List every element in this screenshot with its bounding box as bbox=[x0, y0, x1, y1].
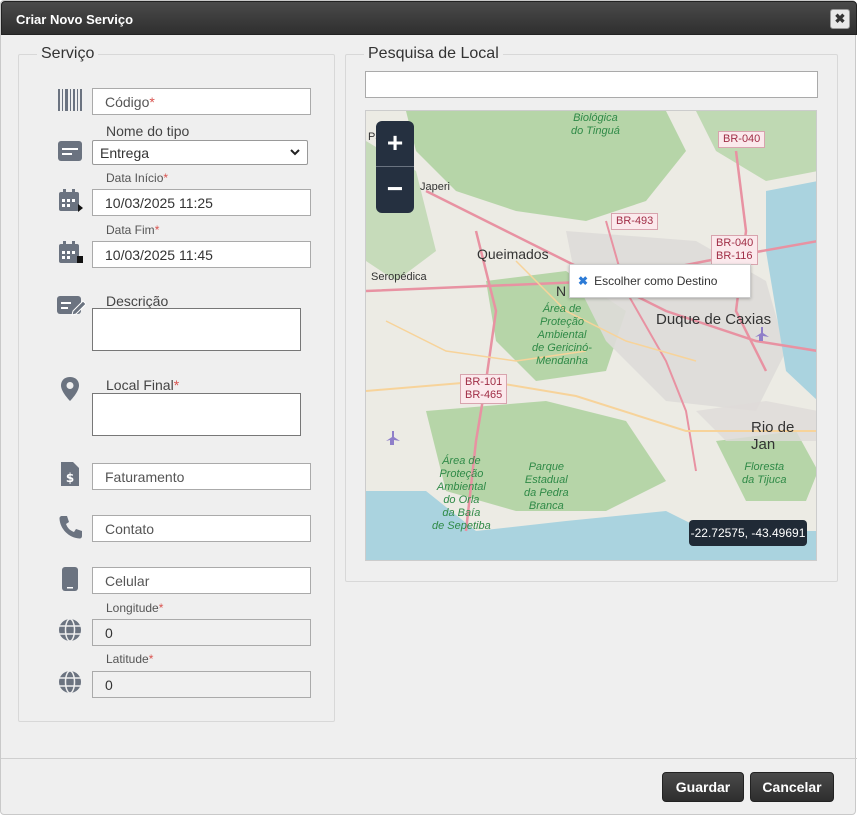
save-button[interactable]: Guardar bbox=[662, 772, 744, 802]
contato-input[interactable] bbox=[92, 515, 311, 542]
zoom-out-button[interactable]: − bbox=[376, 167, 414, 213]
edit-note-icon bbox=[57, 296, 86, 316]
latitude-input[interactable] bbox=[92, 671, 311, 698]
coordinates-readout: -22.72575, -43.49691 bbox=[689, 520, 807, 546]
park-label: Área de Proteção Ambiental do Orla da Baía de… bbox=[432, 455, 491, 532]
phone-icon bbox=[59, 516, 82, 539]
calendar-end-icon bbox=[59, 241, 83, 263]
codigo-input[interactable]: Código* bbox=[92, 88, 311, 115]
close-button[interactable]: ✖ bbox=[830, 9, 850, 29]
cancel-button[interactable]: Cancelar bbox=[750, 772, 834, 802]
create-service-dialog: Criar Novo Serviço ✖ Serviço Código* Nom… bbox=[0, 0, 857, 815]
latitude-label: Latitude* bbox=[106, 652, 154, 666]
zoom-in-button[interactable]: + bbox=[376, 121, 414, 167]
dialog-title: Criar Novo Serviço bbox=[16, 12, 134, 27]
choose-destination-label: Escolher como Destino bbox=[594, 274, 718, 288]
road-shield: BR-493 bbox=[611, 213, 659, 230]
close-icon[interactable]: ✖ bbox=[578, 274, 588, 288]
park-label: Floresta da Tijuca bbox=[742, 461, 787, 486]
id-card-icon bbox=[58, 141, 82, 161]
zoom-control: + − bbox=[376, 121, 414, 213]
road-shield: BR-101 BR-465 bbox=[460, 374, 508, 404]
data-fim-input[interactable] bbox=[92, 241, 311, 268]
close-icon: ✖ bbox=[834, 11, 846, 26]
servico-legend: Serviço bbox=[41, 45, 95, 62]
data-fim-label: Data Fim* bbox=[106, 223, 160, 237]
map-view[interactable]: Pa Japeri Queimados Seropédica N Duque d… bbox=[365, 110, 817, 561]
svg-text:$: $ bbox=[66, 471, 74, 485]
road-shield: BR-040 BR-116 bbox=[711, 235, 759, 265]
place-label: Japeri bbox=[420, 181, 450, 193]
place-label: Queimados bbox=[477, 246, 549, 262]
faturamento-input[interactable] bbox=[92, 463, 311, 490]
location-pin-icon bbox=[61, 377, 79, 401]
place-label: Rio de Jan bbox=[751, 419, 795, 453]
data-inicio-label: Data Início* bbox=[106, 171, 169, 185]
place-label: Seropédica bbox=[371, 271, 427, 283]
dialog-titlebar: Criar Novo Serviço ✖ bbox=[1, 1, 857, 35]
mobile-phone-icon bbox=[62, 567, 78, 591]
celular-input[interactable] bbox=[92, 567, 311, 594]
choose-destination-popup[interactable]: ✖ Escolher como Destino bbox=[569, 264, 751, 298]
barcode-icon bbox=[58, 89, 82, 111]
location-search-input[interactable] bbox=[365, 71, 818, 98]
longitude-label: Longitude* bbox=[106, 601, 164, 615]
place-label: N bbox=[556, 283, 567, 299]
road-shield: BR-040 bbox=[718, 131, 766, 148]
place-label: Duque de Caxias bbox=[656, 311, 772, 328]
park-label: Área de Proteção Ambiental de Gericinó- Mend… bbox=[532, 303, 592, 367]
chevron-down-icon bbox=[290, 149, 300, 156]
local-final-textarea[interactable] bbox=[92, 393, 301, 436]
data-inicio-input[interactable] bbox=[92, 189, 311, 216]
calendar-start-icon bbox=[59, 189, 83, 212]
globe-icon bbox=[59, 670, 81, 694]
nome-tipo-select[interactable]: Entrega bbox=[92, 140, 308, 165]
descricao-textarea[interactable] bbox=[92, 308, 301, 351]
park-label: Biológica do Tinguá bbox=[571, 112, 620, 137]
longitude-input[interactable] bbox=[92, 619, 311, 646]
footer-divider bbox=[1, 758, 857, 759]
pesquisa-legend: Pesquisa de Local bbox=[368, 45, 499, 62]
local-final-label: Local Final* bbox=[106, 377, 180, 393]
invoice-dollar-icon: $ bbox=[61, 462, 79, 486]
nome-tipo-label: Nome do tipo bbox=[106, 123, 190, 139]
park-label: Parque Estadual da Pedra Branca bbox=[524, 461, 569, 512]
globe-icon bbox=[59, 618, 81, 642]
descricao-label: Descrição bbox=[106, 293, 169, 309]
